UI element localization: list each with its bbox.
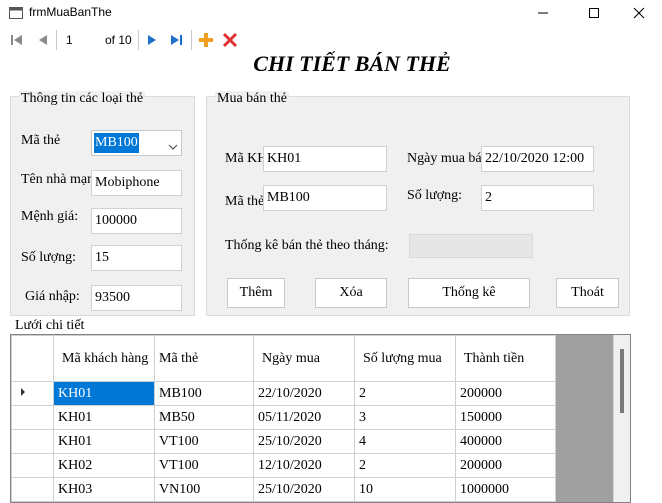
card-info-group (10, 96, 195, 316)
column-header-purchase-date[interactable]: Ngày mua (253, 335, 355, 382)
table-row[interactable]: KH01 MB50 05/11/2020 3 150000 (11, 405, 556, 430)
denomination-field[interactable]: 100000 (91, 208, 182, 234)
monthly-stats-field (409, 234, 533, 258)
table-cell[interactable]: 2 (354, 381, 456, 406)
row-header[interactable] (11, 453, 54, 478)
position-input[interactable] (62, 31, 103, 49)
provider-label: Tên nhà mạng (21, 172, 91, 187)
table-cell[interactable]: 12/10/2020 (253, 453, 355, 478)
card-code-combobox[interactable]: MB100 (91, 130, 182, 156)
window-title: frmMuaBanThe (29, 5, 112, 19)
column-header-quantity[interactable]: Số lượng mua (354, 335, 456, 382)
toolbar-separator (56, 30, 57, 50)
card-info-group-title: Thông tin các loại thẻ (19, 91, 146, 107)
provider-field[interactable]: Mobiphone (91, 170, 182, 196)
table-cell[interactable]: MB100 (154, 381, 254, 406)
add-new-icon[interactable] (197, 31, 215, 49)
move-last-icon[interactable] (167, 31, 185, 49)
table-cell[interactable]: 4 (354, 429, 456, 454)
move-next-icon[interactable] (143, 31, 161, 49)
table-cell[interactable]: MB50 (154, 405, 254, 430)
row-header[interactable] (11, 429, 54, 454)
column-header-card-code[interactable]: Mã thẻ (154, 335, 254, 382)
close-icon[interactable] (616, 0, 662, 26)
table-cell[interactable]: 400000 (455, 429, 556, 454)
table-header-row: Mã khách hàng Mã thẻ Ngày mua Số lượng m… (11, 335, 556, 382)
statistics-button[interactable]: Thống kê (408, 278, 530, 308)
denomination-label: Mệnh giá: (21, 209, 79, 224)
toolbar-separator (191, 30, 192, 50)
table-cell[interactable]: 1000000 (455, 477, 556, 502)
scrollbar-thumb[interactable] (620, 349, 624, 413)
table-cell[interactable]: 200000 (455, 453, 556, 478)
sale-card-code-label: Mã thẻ (225, 194, 263, 209)
table-cell[interactable]: KH01 (53, 405, 155, 430)
move-first-icon[interactable] (8, 31, 26, 49)
sale-group-title: Mua bán thẻ (215, 91, 289, 107)
app-icon (9, 6, 23, 19)
detail-table: Mã khách hàng Mã thẻ Ngày mua Số lượng m… (11, 335, 556, 502)
grid-title: Lưới chi tiết (15, 318, 85, 333)
column-header-amount[interactable]: Thành tiền (455, 335, 556, 382)
row-header[interactable] (11, 405, 54, 430)
table-cell[interactable]: 05/11/2020 (253, 405, 355, 430)
form-title: CHI TIẾT BÁN THẺ (253, 51, 451, 76)
row-header-corner (11, 335, 54, 382)
stock-quantity-field[interactable]: 15 (91, 245, 182, 271)
table-cell[interactable]: KH01 (53, 429, 155, 454)
detail-grid[interactable]: Mã khách hàng Mã thẻ Ngày mua Số lượng m… (10, 334, 631, 503)
sale-card-code-field[interactable]: MB100 (263, 185, 387, 211)
maximize-icon[interactable] (571, 0, 617, 26)
stock-quantity-label: Số lượng: (21, 250, 77, 265)
table-row[interactable]: KH01 VT100 25/10/2020 4 400000 (11, 429, 556, 454)
table-cell[interactable]: VT100 (154, 429, 254, 454)
table-cell[interactable]: 2 (354, 453, 456, 478)
sale-quantity-field[interactable]: 2 (481, 185, 594, 211)
table-row[interactable]: KH03 VN100 25/10/2020 10 1000000 (11, 477, 556, 502)
count-label: of 10 (105, 33, 132, 47)
row-header[interactable] (11, 477, 54, 502)
table-cell[interactable]: 10 (354, 477, 456, 502)
customer-code-label: Mã KH (225, 151, 263, 166)
table-cell[interactable]: KH01 (53, 381, 155, 406)
table-cell[interactable]: VN100 (154, 477, 254, 502)
import-price-field[interactable]: 93500 (91, 285, 182, 311)
table-cell[interactable]: 200000 (455, 381, 556, 406)
row-header[interactable] (11, 381, 54, 406)
table-row[interactable]: KH02 VT100 12/10/2020 2 200000 (11, 453, 556, 478)
minimize-icon[interactable] (520, 0, 566, 26)
table-cell[interactable]: KH03 (53, 477, 155, 502)
move-previous-icon[interactable] (34, 31, 52, 49)
vertical-scrollbar[interactable] (613, 335, 630, 502)
table-cell[interactable]: 25/10/2020 (253, 429, 355, 454)
card-code-label: Mã thẻ (21, 133, 61, 148)
table-cell[interactable]: 150000 (455, 405, 556, 430)
delete-button[interactable]: Xóa (315, 278, 387, 308)
card-code-value: MB100 (94, 133, 139, 153)
monthly-stats-label: Thống kê bán thẻ theo tháng: (225, 238, 389, 253)
import-price-label: Giá nhập: (25, 289, 80, 304)
purchase-date-field[interactable]: 22/10/2020 12:00 (481, 146, 594, 172)
exit-button[interactable]: Thoát (556, 278, 619, 308)
table-cell[interactable]: 25/10/2020 (253, 477, 355, 502)
table-cell[interactable]: 22/10/2020 (253, 381, 355, 406)
chevron-down-icon[interactable] (168, 138, 178, 156)
table-cell[interactable]: KH02 (53, 453, 155, 478)
table-cell[interactable]: VT100 (154, 453, 254, 478)
table-row[interactable]: KH01 MB100 22/10/2020 2 200000 (11, 381, 556, 406)
column-header-customer-code[interactable]: Mã khách hàng (53, 335, 155, 382)
customer-code-field[interactable]: KH01 (263, 146, 387, 172)
toolbar-separator (138, 30, 139, 50)
sale-quantity-label: Số lượng: (407, 188, 463, 203)
table-cell[interactable]: 3 (354, 405, 456, 430)
purchase-date-label: Ngày mua bán (407, 151, 481, 166)
delete-icon[interactable] (221, 31, 239, 49)
current-row-icon (21, 387, 25, 396)
add-button[interactable]: Thêm (227, 278, 285, 308)
